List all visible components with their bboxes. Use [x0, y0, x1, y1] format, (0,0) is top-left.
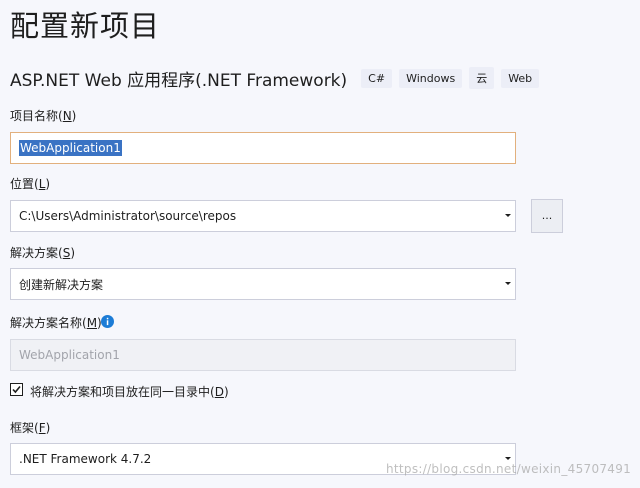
watermark: https://blog.csdn.net/weixin_45707491	[386, 462, 632, 476]
project-name-value: WebApplication1	[19, 140, 122, 156]
location-label: 位置(L)	[10, 177, 51, 191]
project-name-label: 项目名称(N)	[10, 109, 77, 123]
solution-value: 创建新解决方案	[19, 277, 104, 292]
tag-platform: Windows	[399, 68, 463, 88]
chevron-down-icon[interactable]	[505, 214, 511, 217]
solution-select[interactable]: 创建新解决方案	[10, 268, 516, 300]
solution-name-input: WebApplication1	[10, 339, 516, 371]
template-name: ASP.NET Web 应用程序(.NET Framework)	[10, 70, 348, 91]
same-directory-checkbox[interactable]	[10, 383, 23, 396]
project-name-input[interactable]: WebApplication1	[10, 132, 516, 164]
tag-cloud: 云	[469, 67, 495, 89]
solution-label: 解决方案(S)	[10, 246, 75, 260]
location-value: C:\Users\Administrator\source\repos	[19, 209, 237, 223]
template-header: ASP.NET Web 应用程序(.NET Framework) C# Wind…	[10, 64, 546, 92]
solution-name-label: 解决方案名称(M)	[10, 316, 102, 330]
tag-web: Web	[501, 68, 540, 88]
checkmark-icon	[12, 385, 21, 394]
tag-language: C#	[361, 68, 393, 88]
chevron-down-icon[interactable]	[505, 457, 511, 460]
framework-value: .NET Framework 4.7.2	[19, 452, 152, 466]
configure-project-page: 配置新项目 ASP.NET Web 应用程序(.NET Framework) C…	[0, 0, 640, 488]
chevron-down-icon[interactable]	[505, 282, 511, 285]
browse-button[interactable]: ...	[531, 199, 563, 233]
solution-name-placeholder: WebApplication1	[19, 348, 120, 362]
page-title: 配置新项目	[10, 9, 161, 43]
framework-label: 框架(F)	[10, 421, 51, 435]
location-combobox[interactable]: C:\Users\Administrator\source\repos	[10, 200, 516, 232]
same-directory-label[interactable]: 将解决方案和项目放在同一目录中(D)	[30, 384, 229, 400]
info-icon[interactable]	[101, 315, 114, 328]
